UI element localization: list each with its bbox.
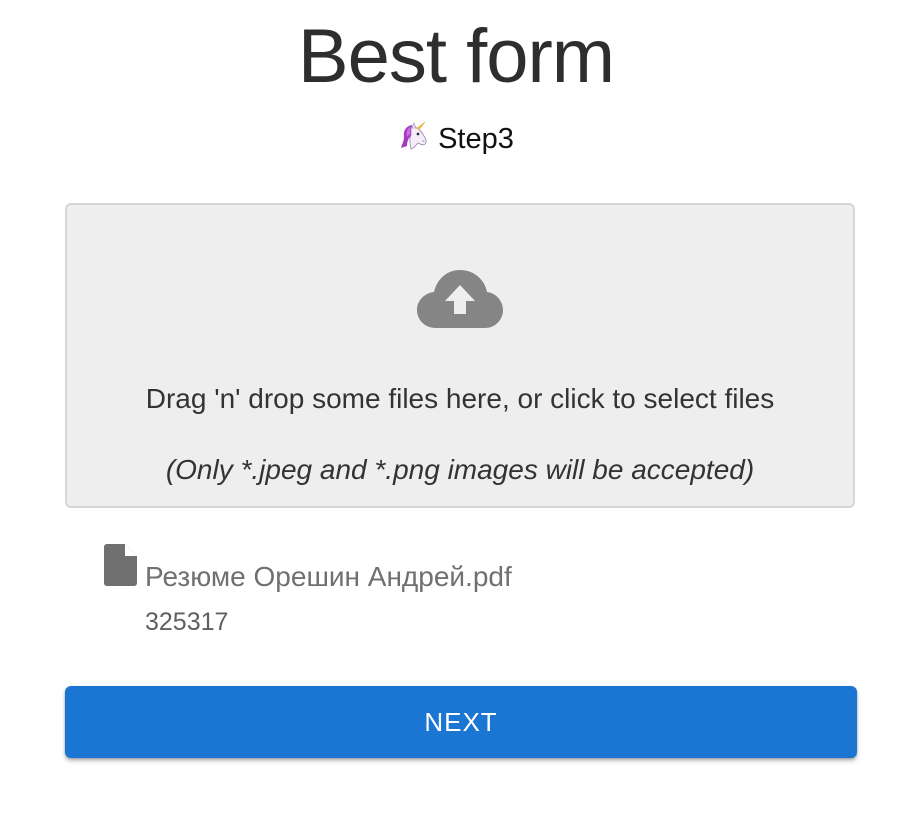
dropzone-instruction: Drag 'n' drop some files here, or click … xyxy=(145,383,775,414)
cloud-upload-icon xyxy=(417,270,503,328)
step-indicator: Step3 xyxy=(0,121,912,157)
next-button[interactable]: NEXT xyxy=(65,686,857,758)
form-page: Best form Step3 Drag 'n' drop some files… xyxy=(0,0,912,820)
file-name: Резюме Орешин Андрей.pdf xyxy=(145,561,512,592)
unicorn-icon xyxy=(401,121,427,150)
dropzone-hint: (Only *.jpeg and *.png images will be ac… xyxy=(165,454,755,485)
page-title: Best form xyxy=(297,14,615,99)
step-label: Step3 xyxy=(438,123,514,155)
file-icon xyxy=(104,544,137,586)
list-item: Резюме Орешин Андрей.pdf 325317 xyxy=(104,544,804,644)
file-size: 325317 xyxy=(145,608,229,636)
